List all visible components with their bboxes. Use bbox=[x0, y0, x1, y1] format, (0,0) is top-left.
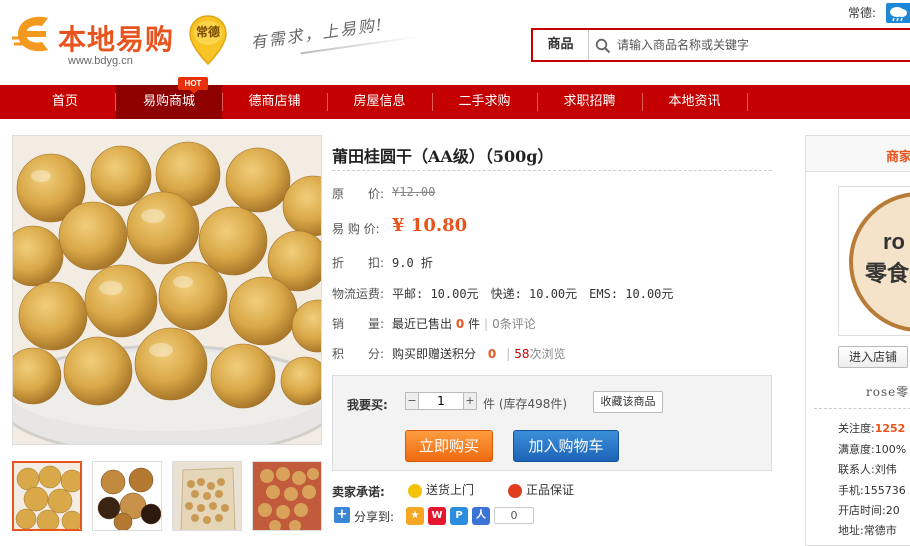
quantity-increase-button[interactable]: + bbox=[463, 392, 477, 410]
original-price-label: 原 价: bbox=[332, 187, 385, 201]
shipping-label: 物流运费: bbox=[332, 287, 385, 301]
sale-price: ¥ 10.80 bbox=[392, 215, 468, 236]
store-panel: 商家 ro 零食 进入店铺 rose零 关注度:1252 满意度:100% 联系… bbox=[805, 135, 910, 546]
discount-label: 折 扣: bbox=[332, 256, 385, 270]
store-attention: 关注度:1252 bbox=[838, 422, 906, 435]
store-open-time: 开店时间:20 bbox=[838, 504, 900, 517]
sale-price-label: 易 购 价: bbox=[332, 222, 380, 236]
logo-url: www.bdyg.cn bbox=[68, 55, 133, 67]
renren-share-icon[interactable]: 人 bbox=[472, 507, 490, 525]
nav-separator bbox=[747, 93, 748, 111]
sales-prefix: 最近已售出 bbox=[392, 317, 453, 331]
sales-count: 0 bbox=[455, 317, 465, 331]
product-main-image[interactable] bbox=[12, 135, 322, 445]
store-logo-text-top: ro bbox=[883, 229, 905, 254]
share-count: 0 bbox=[494, 507, 534, 524]
share-label: 分享到: bbox=[354, 510, 395, 524]
purchase-panel: 我要买: − + 件 (库存498件) 收藏该商品 立即购买 加入购物车 bbox=[332, 375, 772, 471]
buy-now-button[interactable]: 立即购买 bbox=[405, 430, 493, 462]
sales-unit: 件 bbox=[468, 317, 481, 331]
weather-city: 常德: bbox=[848, 6, 877, 20]
nav-stores[interactable]: 德商店铺 bbox=[223, 85, 326, 119]
search-icon[interactable] bbox=[595, 38, 611, 54]
reviews-link[interactable]: 0条评论 bbox=[492, 317, 536, 331]
search-input[interactable] bbox=[617, 30, 907, 60]
delivery-icon bbox=[408, 483, 422, 498]
discount-value: 9.0 折 bbox=[392, 256, 433, 270]
stock-info: 件 (库存498件) bbox=[483, 397, 568, 411]
thumbnail-image bbox=[14, 463, 80, 529]
shipping-value: 平邮: 10.00元 快递: 10.00元 EMS: 10.00元 bbox=[392, 287, 674, 301]
longan-photo bbox=[13, 136, 321, 444]
promise-genuine: 正品保证 bbox=[508, 481, 574, 498]
title-divider bbox=[332, 170, 772, 171]
sales-info: 最近已售出 0 件 | 0条评论 bbox=[392, 317, 536, 331]
views-suffix: 次浏览 bbox=[529, 347, 566, 361]
thumbnail-image bbox=[253, 462, 321, 530]
site-header: 本地易购 www.bdyg.cn 常德 有需求，上易购! 常德: 商品 bbox=[0, 0, 910, 85]
store-phone: 手机:155736 bbox=[838, 484, 906, 497]
store-logo-image: ro 零食 bbox=[849, 192, 910, 332]
store-header: 商家 bbox=[806, 136, 910, 172]
search-category[interactable]: 商品 bbox=[533, 30, 589, 60]
promise-delivery-text: 送货上门 bbox=[426, 483, 475, 497]
favorite-button[interactable]: 收藏该商品 bbox=[593, 391, 663, 413]
thumbnail-3[interactable] bbox=[172, 461, 242, 531]
seller-promise-label: 卖家承诺: bbox=[332, 485, 385, 499]
thumbnail-1[interactable] bbox=[12, 461, 82, 531]
store-divider bbox=[814, 408, 910, 409]
store-title: 商家 bbox=[886, 150, 910, 165]
points-value: 0 bbox=[487, 347, 497, 361]
sales-label: 销 量: bbox=[332, 317, 385, 331]
nav-news[interactable]: 本地资讯 bbox=[643, 85, 746, 119]
logo-text: 本地易购 bbox=[58, 23, 175, 56]
weather-icon bbox=[886, 3, 910, 23]
quantity-decrease-button[interactable]: − bbox=[405, 392, 419, 410]
nav-housing[interactable]: 房屋信息 bbox=[328, 85, 431, 119]
thumbnail-image bbox=[173, 462, 241, 530]
promise-genuine-text: 正品保证 bbox=[526, 483, 575, 497]
store-logo[interactable]: ro 零食 bbox=[838, 186, 910, 336]
store-contact: 联系人:刘伟 bbox=[838, 463, 897, 476]
share-plus-icon[interactable]: + bbox=[334, 507, 350, 523]
original-price: ¥12.00 bbox=[392, 185, 436, 199]
genuine-icon bbox=[508, 483, 522, 498]
quantity-input[interactable] bbox=[418, 392, 464, 410]
slogan: 有需求，上易购! bbox=[249, 14, 386, 53]
thumbnail-image bbox=[93, 462, 161, 530]
map-pin-icon bbox=[189, 15, 227, 66]
store-name: rose零 bbox=[866, 385, 910, 399]
hot-badge: HOT bbox=[178, 77, 208, 94]
site-logo[interactable]: 本地易购 www.bdyg.cn bbox=[12, 12, 192, 68]
nav-mall[interactable]: 易购商城 bbox=[116, 85, 222, 119]
product-title: 莆田桂圆干（AA级）（500g） bbox=[332, 147, 554, 166]
search-box: 商品 bbox=[531, 28, 910, 62]
main-nav: 首页 易购商城 德商店铺 房屋信息 二手求购 求职招聘 本地资讯 bbox=[0, 85, 910, 119]
store-address: 地址:常德市 bbox=[838, 524, 897, 537]
city-label: 常德 bbox=[195, 25, 220, 39]
promise-delivery: 送货上门 bbox=[408, 481, 474, 498]
points-prefix: 购买即赠送积分 bbox=[392, 347, 477, 361]
nav-secondhand[interactable]: 二手求购 bbox=[433, 85, 536, 119]
city-selector[interactable]: 常德 bbox=[188, 14, 228, 66]
nav-home[interactable]: 首页 bbox=[15, 85, 115, 119]
enter-store-button[interactable]: 进入店铺 bbox=[838, 346, 908, 368]
store-satisfaction: 满意度:100% bbox=[838, 443, 907, 456]
tencent-share-icon[interactable]: P bbox=[450, 507, 468, 525]
add-to-cart-button[interactable]: 加入购物车 bbox=[513, 430, 619, 462]
points-label: 积 分: bbox=[332, 347, 385, 361]
points-info: 购买即赠送积分 0 | 58次浏览 bbox=[392, 347, 566, 361]
weibo-share-icon[interactable]: W bbox=[428, 507, 446, 525]
thumbnail-4[interactable] bbox=[252, 461, 322, 531]
views-count: 58 bbox=[514, 347, 530, 361]
nav-jobs[interactable]: 求职招聘 bbox=[538, 85, 641, 119]
logo-e-icon bbox=[12, 16, 48, 52]
store-logo-text-bottom: 零食 bbox=[864, 261, 910, 287]
thumbnail-2[interactable] bbox=[92, 461, 162, 531]
quantity-label: 我要买: bbox=[347, 398, 388, 412]
qzone-share-icon[interactable]: ★ bbox=[406, 507, 424, 525]
